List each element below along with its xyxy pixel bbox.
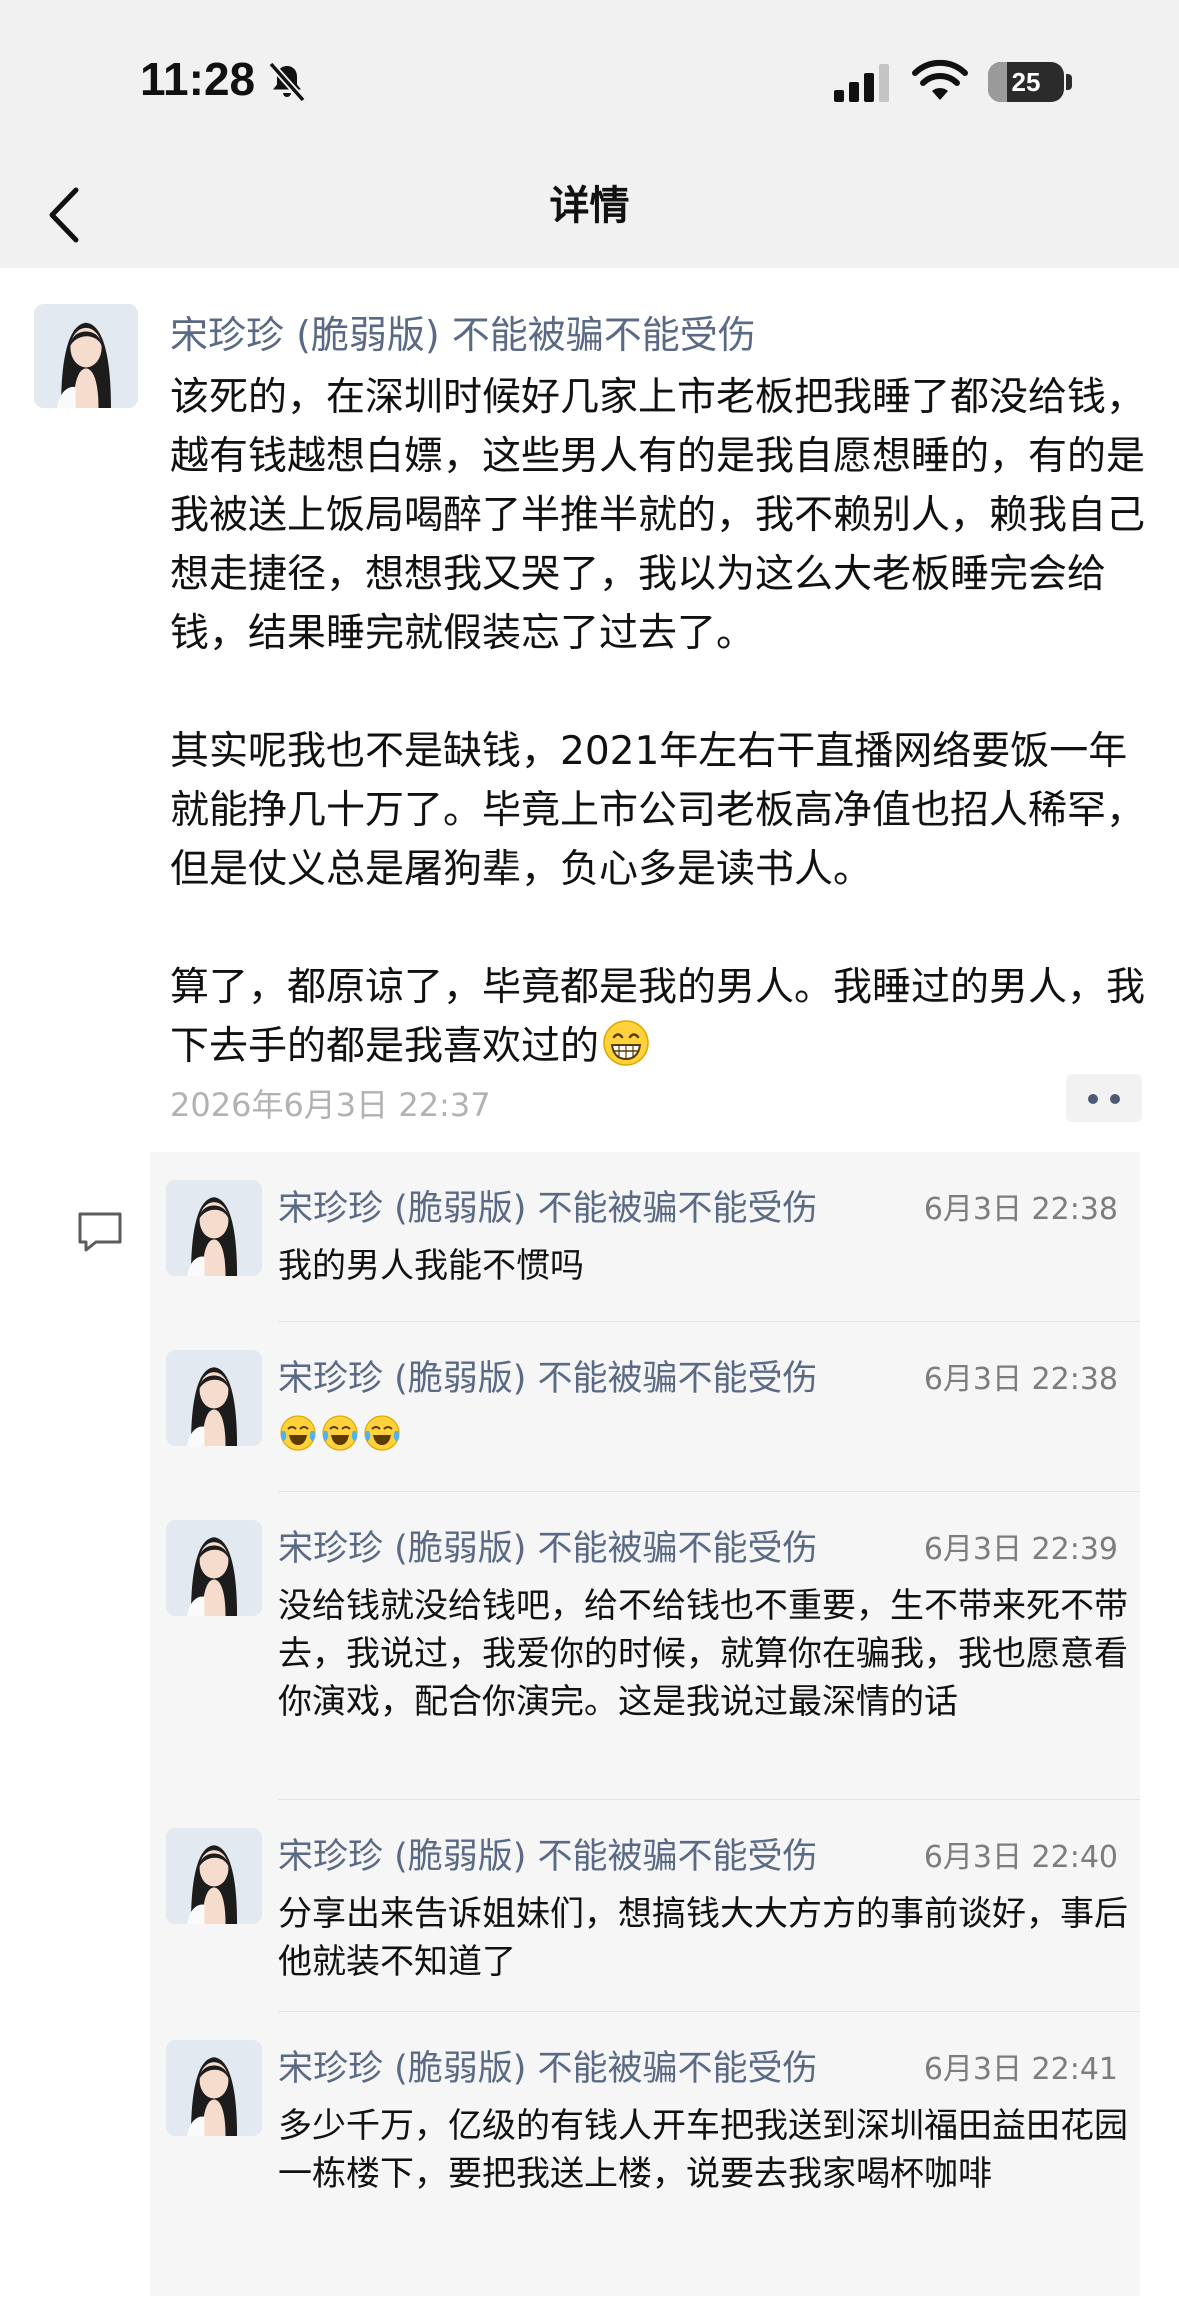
post-timestamp: 2026年6月3日 22:37 <box>170 1086 491 1124</box>
post-body: 该死的，在深圳时候好几家上市老板把我睡了都没给钱，越有钱越想白嫖，这些男人有的是… <box>170 368 1148 1076</box>
comment-author[interactable]: 宋珍珍 (脆弱版) 不能被骗不能受伤 <box>278 1350 818 1401</box>
back-button[interactable] <box>36 180 96 250</box>
avatar[interactable] <box>34 304 138 408</box>
comment-text: 分享出来告诉姐妹们，想搞钱大大方方的事前谈好，事后他就装不知道了 <box>278 1894 1128 1982</box>
comment-item: 宋珍珍 (脆弱版) 不能被骗不能受伤 6月3日 22:40 分享出来告诉姐妹们，… <box>150 1800 1140 2012</box>
comment-time: 6月3日 22:38 <box>923 1192 1118 1227</box>
comment-emoji-row <box>278 1412 1128 1460</box>
comment-author[interactable]: 宋珍珍 (脆弱版) 不能被骗不能受伤 <box>278 1828 818 1879</box>
avatar[interactable] <box>166 2040 262 2136</box>
post-paragraph: 其实呢我也不是缺钱，2021年左右干直播网络要饭一年就能挣几十万了。毕竟上市公司… <box>170 729 1146 892</box>
avatar-image <box>166 2040 262 2136</box>
status-bar: 11:28 25 <box>0 0 1179 170</box>
comment-text: 没给钱就没给钱吧，给不给钱也不重要，生不带来死不带去，我说过，我爱你的时候，就算… <box>278 1586 1128 1722</box>
comment-author[interactable]: 宋珍珍 (脆弱版) 不能被骗不能受伤 <box>278 1520 818 1571</box>
battery-nub <box>1066 74 1072 90</box>
comments-section: 宋珍珍 (脆弱版) 不能被骗不能受伤 6月3日 22:38 我的男人我能不惯吗 … <box>150 1152 1140 2312</box>
page-title: 详情 <box>549 183 630 229</box>
cellular-signal-icon <box>834 64 889 102</box>
crying-laughing-emoji <box>280 1415 316 1451</box>
wifi-icon <box>912 59 968 100</box>
battery-indicator: 25 <box>988 62 1064 102</box>
comment-item: 宋珍珍 (脆弱版) 不能被骗不能受伤 6月3日 22:38 我的男人我能不惯吗 <box>150 1152 1140 1322</box>
grinning-face-emoji <box>603 1020 649 1066</box>
comment-item: 宋珍珍 (脆弱版) 不能被骗不能受伤 6月3日 22:41 多少千万，亿级的有钱… <box>150 2012 1140 2312</box>
more-options-button[interactable] <box>1066 1074 1142 1122</box>
comment-icon[interactable] <box>76 1210 124 1254</box>
avatar-image <box>166 1180 262 1276</box>
crying-laughing-emoji <box>322 1415 358 1451</box>
comment-time: 6月3日 22:41 <box>923 2052 1118 2087</box>
post-paragraph: 该死的，在深圳时候好几家上市老板把我睡了都没给钱，越有钱越想白嫖，这些男人有的是… <box>170 375 1146 656</box>
silent-bell-icon <box>268 61 306 103</box>
bottom-edge <box>0 2296 1179 2312</box>
avatar-image <box>34 304 138 408</box>
nav-bar: 详情 <box>0 170 1179 268</box>
comment-text: 多少千万，亿级的有钱人开车把我送到深圳福田益田花园一栋楼下，要把我送上楼，说要去… <box>278 2106 1128 2194</box>
avatar-image <box>166 1350 262 1446</box>
comment-time: 6月3日 22:38 <box>923 1362 1118 1397</box>
avatar[interactable] <box>166 1350 262 1446</box>
more-dot-icon <box>1088 1094 1098 1104</box>
comment-item: 宋珍珍 (脆弱版) 不能被骗不能受伤 6月3日 22:39 没给钱就没给钱吧，给… <box>150 1492 1140 1800</box>
status-time: 11:28 <box>140 53 256 105</box>
crying-laughing-emoji <box>364 1415 400 1451</box>
avatar-image <box>166 1828 262 1924</box>
comment-time: 6月3日 22:39 <box>923 1532 1118 1567</box>
battery-percent: 25 <box>1011 67 1041 97</box>
avatar[interactable] <box>166 1828 262 1924</box>
comment-text: 我的男人我能不惯吗 <box>278 1246 584 1286</box>
comment-time: 6月3日 22:40 <box>923 1840 1118 1875</box>
more-dot-icon <box>1110 1094 1120 1104</box>
avatar-image <box>166 1520 262 1616</box>
header-area: 11:28 25 详情 <box>0 0 1179 268</box>
avatar[interactable] <box>166 1520 262 1616</box>
comment-item: 宋珍珍 (脆弱版) 不能被骗不能受伤 6月3日 22:38 <box>150 1322 1140 1492</box>
post-paragraph-text: 算了，都原谅了，毕竟都是我的男人。我睡过的男人，我下去手的都是我喜欢过的 <box>170 965 1146 1069</box>
comment-author[interactable]: 宋珍珍 (脆弱版) 不能被骗不能受伤 <box>278 2040 818 2091</box>
post-paragraph: 算了，都原谅了，毕竟都是我的男人。我睡过的男人，我下去手的都是我喜欢过的 <box>170 958 1148 1076</box>
comment-author[interactable]: 宋珍珍 (脆弱版) 不能被骗不能受伤 <box>278 1180 818 1231</box>
post-author[interactable]: 宋珍珍 (脆弱版) 不能被骗不能受伤 <box>170 304 756 359</box>
avatar[interactable] <box>166 1180 262 1276</box>
